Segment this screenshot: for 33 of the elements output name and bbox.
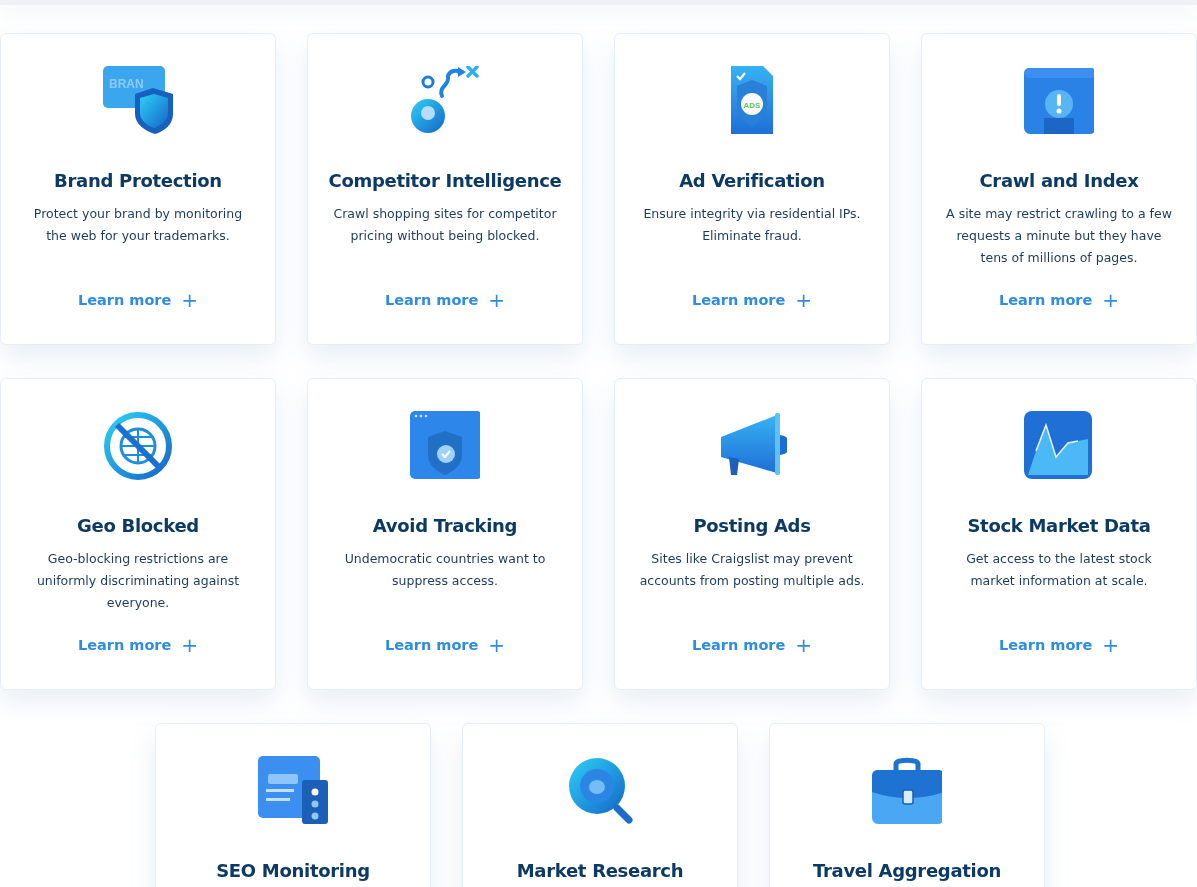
card-title: Ad Verification — [679, 170, 825, 191]
learn-more-link[interactable]: Learn more + — [77, 290, 199, 310]
learn-more-link[interactable]: Learn more + — [998, 635, 1120, 655]
browser-shield-icon — [410, 411, 480, 481]
card-description: Crawl shopping sites for competitor pricing without being blocked. — [332, 205, 558, 245]
card-description: Protect your brand by monitoring the web for your trademarks. — [32, 205, 244, 245]
card-description: Undemocratic countries want to suppress access. — [343, 550, 547, 590]
learn-more-link[interactable]: Learn more + — [998, 290, 1120, 310]
card-title: Brand Protection — [54, 170, 222, 191]
card-description: Sites like Craigslist may prevent accounts from posting multiple ads. — [638, 550, 866, 590]
browser-server-icon — [258, 756, 328, 826]
card-title: Geo Blocked — [77, 515, 199, 536]
card-title: Stock Market Data — [967, 515, 1151, 536]
route-icon — [410, 66, 480, 136]
card-description: Get access to the latest stock market information at scale. — [965, 550, 1153, 590]
learn-more-link[interactable]: Learn more + — [384, 635, 506, 655]
card-description: A site may restrict crawling to a few requests a minute but they have tens of millions of pages. — [945, 205, 1173, 267]
card-description: Geo-blocking restrictions are uniformly discriminating against everyone. — [35, 550, 241, 612]
card-title: Avoid Tracking — [372, 515, 518, 536]
blocked-globe-icon — [103, 411, 173, 481]
card-title: Crawl and Index — [979, 170, 1139, 191]
card-title: Competitor Intelligence — [328, 170, 562, 191]
card-title: Posting Ads — [693, 515, 811, 536]
card-title: Market Research — [516, 860, 684, 881]
learn-more-link[interactable]: Learn more + — [384, 290, 506, 310]
briefcase-icon — [872, 756, 942, 826]
card-title: SEO Monitoring — [216, 860, 370, 881]
learn-more-link[interactable]: Learn more + — [77, 635, 199, 655]
learn-more-link[interactable]: Learn more + — [691, 635, 813, 655]
learn-more-link[interactable]: Learn more + — [691, 290, 813, 310]
chart-icon — [1024, 411, 1094, 481]
card-title: Travel Aggregation — [812, 860, 1002, 881]
card-description: Ensure integrity via residential IPs. Eliminate fraud. — [642, 205, 862, 245]
